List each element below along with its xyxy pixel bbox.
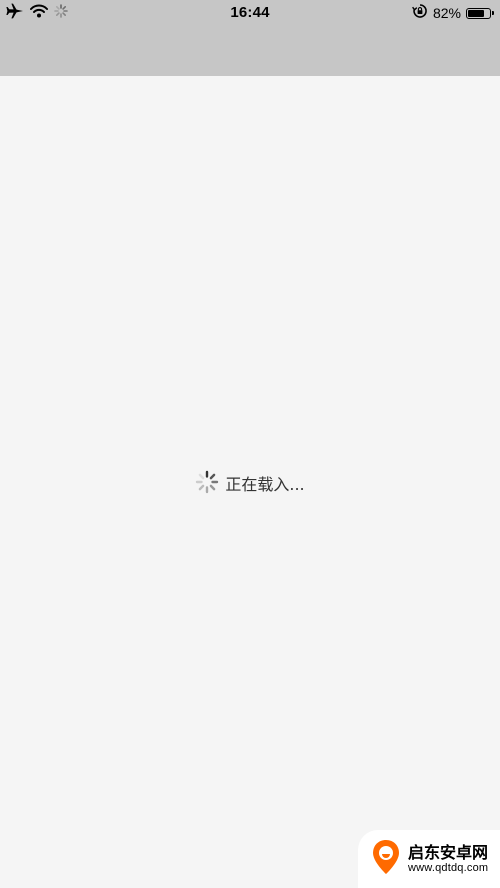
status-bar: 16:44 82% <box>0 0 500 76</box>
loading-spinner-icon <box>195 470 219 499</box>
watermark-text: 启东安卓网 www.qdtdq.com <box>408 844 488 874</box>
rotation-lock-icon <box>412 3 428 24</box>
loading-text: 正在载入... <box>225 474 305 494</box>
watermark-logo-icon <box>370 838 402 881</box>
battery-level-fill <box>468 9 484 17</box>
watermark-url: www.qdtdq.com <box>408 861 489 874</box>
status-right-icons: 82% <box>412 3 494 24</box>
watermark-name: 启东安卓网 <box>408 843 489 863</box>
battery-percent: 82% <box>432 5 461 21</box>
watermark: 启东安卓网 www.qdtdq.com <box>358 830 500 888</box>
loading-indicator: 正在载入... <box>0 470 500 499</box>
battery-icon <box>466 7 494 19</box>
